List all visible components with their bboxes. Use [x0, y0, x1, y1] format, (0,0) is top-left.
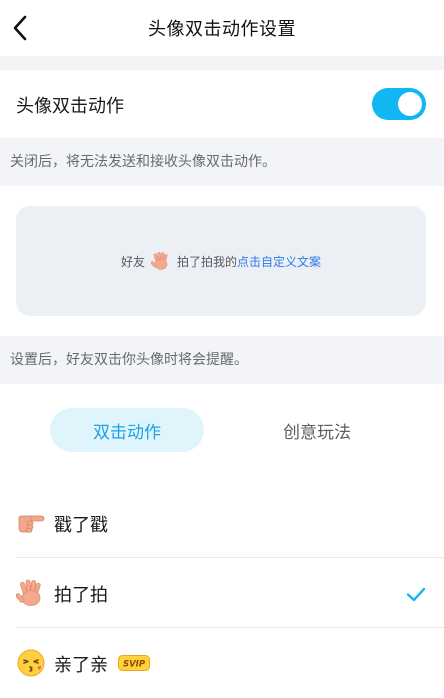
kissing-face-icon [17, 649, 45, 677]
tab-creative-play[interactable]: 创意玩法 [240, 408, 394, 452]
preview-action-text: 拍了拍我的 [176, 254, 237, 269]
preview-hint-text: 设置后，好友双击你头像时将会提醒。 [10, 352, 248, 368]
preview-hint-band: 设置后，好友双击你头像时将会提醒。 [0, 336, 444, 384]
toggle-hint-text: 关闭后，将无法发送和接收头像双击动作。 [10, 154, 276, 170]
item-label-kiss: 亲了亲 [54, 655, 108, 676]
checkmark-icon [406, 587, 426, 602]
double-tap-toggle-switch[interactable] [372, 88, 426, 120]
list-item-pat[interactable]: 拍了拍 [0, 558, 444, 628]
custom-text-link[interactable]: 点击自定义文案 [237, 253, 321, 270]
section-gap [0, 56, 444, 70]
preview-section: 好友 拍了拍我的 点击自定义文案 [0, 186, 444, 336]
toggle-knob [398, 92, 422, 116]
action-list: 戳了戳 拍了拍 亲了亲 SVIP [0, 488, 444, 698]
double-tap-toggle-label: 头像双击动作 [16, 96, 124, 117]
svip-badge-text: SVIP [123, 660, 146, 670]
waving-hand-icon [16, 579, 41, 606]
item-label-pat: 拍了拍 [54, 585, 108, 606]
double-tap-toggle-row: 头像双击动作 [0, 70, 444, 138]
tab-bar: 双击动作 创意玩法 [0, 384, 444, 480]
avatar-double-tap-settings-page: 头像双击动作设置 头像双击动作 关闭后，将无法发送和接收头像双击动作。 好友 拍… [0, 0, 444, 698]
tab-double-tap-action[interactable]: 双击动作 [50, 408, 204, 452]
preview-card: 好友 拍了拍我的 点击自定义文案 [16, 206, 426, 316]
svip-badge: SVIP [118, 655, 150, 671]
toggle-hint-band: 关闭后，将无法发送和接收头像双击动作。 [0, 138, 444, 186]
nav-header: 头像双击动作设置 [0, 0, 444, 56]
list-item-kiss[interactable]: 亲了亲 SVIP [0, 628, 444, 698]
item-label-poke: 戳了戳 [54, 515, 108, 536]
pointing-hand-icon [18, 515, 45, 533]
page-title: 头像双击动作设置 [148, 19, 296, 40]
preview-friend-text: 好友 [120, 254, 145, 269]
waving-hand-icon [150, 252, 168, 270]
list-item-poke[interactable]: 戳了戳 [0, 488, 444, 558]
